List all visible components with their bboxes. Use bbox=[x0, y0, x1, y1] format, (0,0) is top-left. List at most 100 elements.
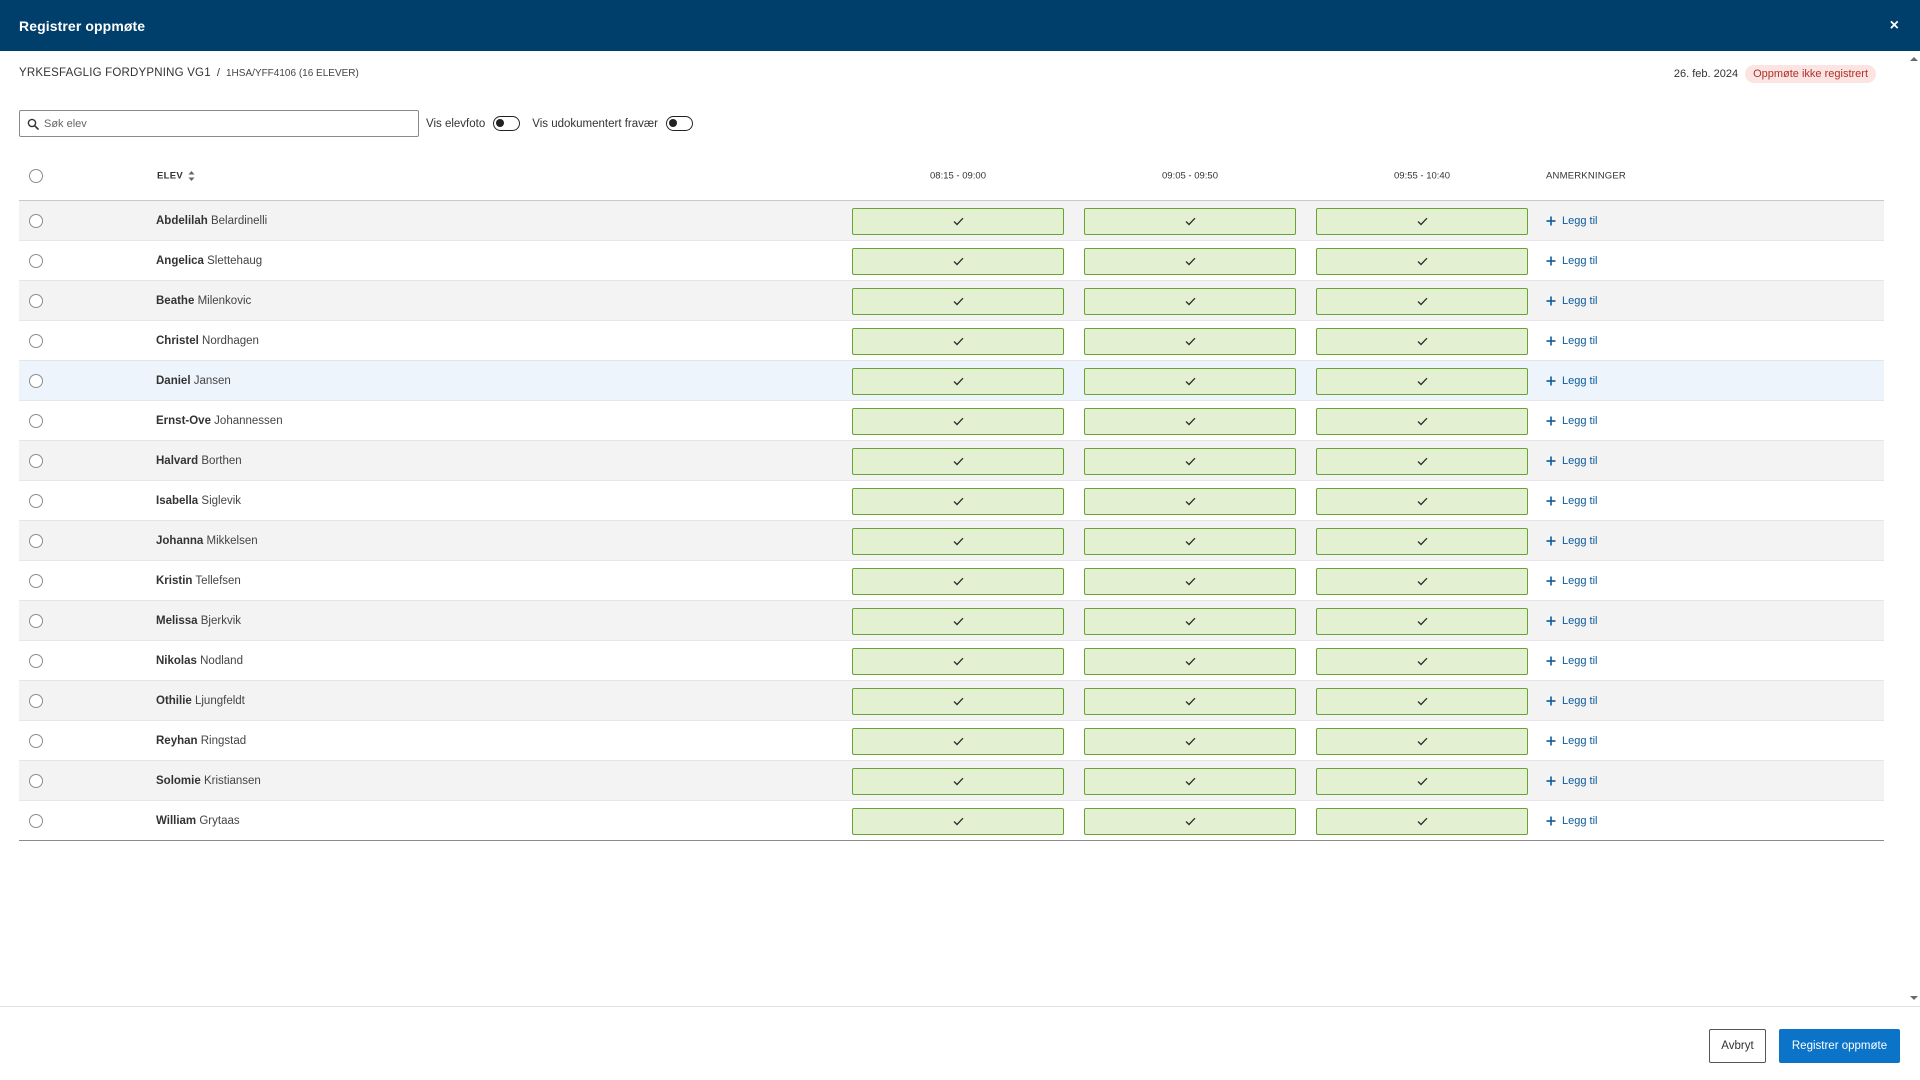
row-checkbox[interactable] bbox=[29, 213, 43, 228]
attendance-cell-period-2[interactable] bbox=[1084, 648, 1296, 675]
attendance-cell-period-3[interactable] bbox=[1316, 608, 1528, 635]
attendance-cell-period-3[interactable] bbox=[1316, 648, 1528, 675]
student-name[interactable]: Johanna Mikkelsen bbox=[156, 535, 258, 547]
attendance-cell-period-1[interactable] bbox=[852, 808, 1064, 835]
student-name[interactable]: Angelica Slettehaug bbox=[156, 255, 262, 267]
attendance-cell-period-2[interactable] bbox=[1084, 448, 1296, 475]
attendance-cell-period-3[interactable] bbox=[1316, 688, 1528, 715]
scrollbar[interactable] bbox=[1907, 51, 1920, 1006]
attendance-cell-period-1[interactable] bbox=[852, 368, 1064, 395]
scroll-down-arrow-icon[interactable] bbox=[1910, 996, 1918, 1000]
toggle-student-photo-switch[interactable] bbox=[493, 116, 521, 131]
add-remark-button[interactable]: Legg til bbox=[1546, 775, 1597, 787]
attendance-cell-period-3[interactable] bbox=[1316, 248, 1528, 275]
row-checkbox[interactable] bbox=[29, 493, 43, 508]
add-remark-button[interactable]: Legg til bbox=[1546, 455, 1597, 467]
attendance-cell-period-3[interactable] bbox=[1316, 208, 1528, 235]
attendance-cell-period-3[interactable] bbox=[1316, 528, 1528, 555]
student-name[interactable]: Kristin Tellefsen bbox=[156, 575, 241, 587]
student-name[interactable]: Beathe Milenkovic bbox=[156, 295, 251, 307]
attendance-cell-period-3[interactable] bbox=[1316, 808, 1528, 835]
attendance-cell-period-2[interactable] bbox=[1084, 328, 1296, 355]
attendance-cell-period-3[interactable] bbox=[1316, 768, 1528, 795]
student-name[interactable]: Halvard Borthen bbox=[156, 455, 242, 467]
attendance-cell-period-1[interactable] bbox=[852, 248, 1064, 275]
attendance-cell-period-1[interactable] bbox=[852, 768, 1064, 795]
column-header-student[interactable]: ELEV bbox=[157, 171, 195, 182]
row-checkbox[interactable] bbox=[29, 253, 43, 268]
student-name[interactable]: Christel Nordhagen bbox=[156, 335, 259, 347]
toggle-undocumented-absence[interactable]: Vis udokumentert fravær bbox=[532, 116, 705, 131]
search-box[interactable] bbox=[19, 110, 419, 137]
attendance-cell-period-3[interactable] bbox=[1316, 328, 1528, 355]
attendance-cell-period-3[interactable] bbox=[1316, 488, 1528, 515]
add-remark-button[interactable]: Legg til bbox=[1546, 695, 1597, 707]
select-all-checkbox[interactable] bbox=[29, 169, 43, 183]
row-checkbox[interactable] bbox=[29, 733, 43, 748]
attendance-cell-period-2[interactable] bbox=[1084, 408, 1296, 435]
add-remark-button[interactable]: Legg til bbox=[1546, 415, 1597, 427]
add-remark-button[interactable]: Legg til bbox=[1546, 495, 1597, 507]
add-remark-button[interactable]: Legg til bbox=[1546, 815, 1597, 827]
add-remark-button[interactable]: Legg til bbox=[1546, 375, 1597, 387]
student-name[interactable]: William Grytaas bbox=[156, 815, 240, 827]
student-name[interactable]: Abdelilah Belardinelli bbox=[156, 215, 267, 227]
attendance-cell-period-3[interactable] bbox=[1316, 288, 1528, 315]
attendance-cell-period-1[interactable] bbox=[852, 408, 1064, 435]
attendance-cell-period-1[interactable] bbox=[852, 208, 1064, 235]
attendance-cell-period-3[interactable] bbox=[1316, 568, 1528, 595]
scroll-up-arrow-icon[interactable] bbox=[1910, 57, 1918, 61]
row-checkbox[interactable] bbox=[29, 413, 43, 428]
attendance-cell-period-2[interactable] bbox=[1084, 608, 1296, 635]
toggle-student-photo[interactable]: Vis elevfoto bbox=[426, 116, 532, 131]
attendance-cell-period-2[interactable] bbox=[1084, 368, 1296, 395]
row-checkbox[interactable] bbox=[29, 653, 43, 668]
row-checkbox[interactable] bbox=[29, 573, 43, 588]
row-checkbox[interactable] bbox=[29, 813, 43, 828]
attendance-cell-period-2[interactable] bbox=[1084, 568, 1296, 595]
close-icon[interactable]: × bbox=[1890, 17, 1899, 34]
attendance-cell-period-1[interactable] bbox=[852, 688, 1064, 715]
search-input[interactable] bbox=[44, 117, 411, 130]
attendance-cell-period-1[interactable] bbox=[852, 328, 1064, 355]
student-name[interactable]: Reyhan Ringstad bbox=[156, 735, 246, 747]
row-checkbox[interactable] bbox=[29, 533, 43, 548]
attendance-cell-period-2[interactable] bbox=[1084, 488, 1296, 515]
row-checkbox[interactable] bbox=[29, 693, 43, 708]
add-remark-button[interactable]: Legg til bbox=[1546, 215, 1597, 227]
attendance-cell-period-2[interactable] bbox=[1084, 688, 1296, 715]
student-name[interactable]: Othilie Ljungfeldt bbox=[156, 695, 245, 707]
student-name[interactable]: Solomie Kristiansen bbox=[156, 775, 261, 787]
attendance-cell-period-1[interactable] bbox=[852, 568, 1064, 595]
student-name[interactable]: Melissa Bjerkvik bbox=[156, 615, 241, 627]
attendance-cell-period-3[interactable] bbox=[1316, 448, 1528, 475]
attendance-cell-period-2[interactable] bbox=[1084, 288, 1296, 315]
attendance-cell-period-1[interactable] bbox=[852, 528, 1064, 555]
row-checkbox[interactable] bbox=[29, 453, 43, 468]
add-remark-button[interactable]: Legg til bbox=[1546, 735, 1597, 747]
row-checkbox[interactable] bbox=[29, 293, 43, 308]
attendance-cell-period-2[interactable] bbox=[1084, 808, 1296, 835]
attendance-cell-period-1[interactable] bbox=[852, 648, 1064, 675]
row-checkbox[interactable] bbox=[29, 333, 43, 348]
attendance-cell-period-2[interactable] bbox=[1084, 768, 1296, 795]
attendance-cell-period-3[interactable] bbox=[1316, 368, 1528, 395]
student-name[interactable]: Isabella Siglevik bbox=[156, 495, 241, 507]
attendance-cell-period-1[interactable] bbox=[852, 448, 1064, 475]
sort-icon[interactable] bbox=[188, 171, 195, 182]
row-checkbox[interactable] bbox=[29, 613, 43, 628]
toggle-undocumented-absence-switch[interactable] bbox=[665, 116, 693, 131]
attendance-cell-period-1[interactable] bbox=[852, 488, 1064, 515]
add-remark-button[interactable]: Legg til bbox=[1546, 255, 1597, 267]
attendance-cell-period-1[interactable] bbox=[852, 728, 1064, 755]
add-remark-button[interactable]: Legg til bbox=[1546, 535, 1597, 547]
add-remark-button[interactable]: Legg til bbox=[1546, 335, 1597, 347]
attendance-cell-period-2[interactable] bbox=[1084, 728, 1296, 755]
row-checkbox[interactable] bbox=[29, 373, 43, 388]
attendance-cell-period-1[interactable] bbox=[852, 608, 1064, 635]
row-checkbox[interactable] bbox=[29, 773, 43, 788]
attendance-cell-period-2[interactable] bbox=[1084, 248, 1296, 275]
register-attendance-button[interactable]: Registrer oppmøte bbox=[1779, 1029, 1900, 1063]
add-remark-button[interactable]: Legg til bbox=[1546, 295, 1597, 307]
attendance-cell-period-2[interactable] bbox=[1084, 528, 1296, 555]
